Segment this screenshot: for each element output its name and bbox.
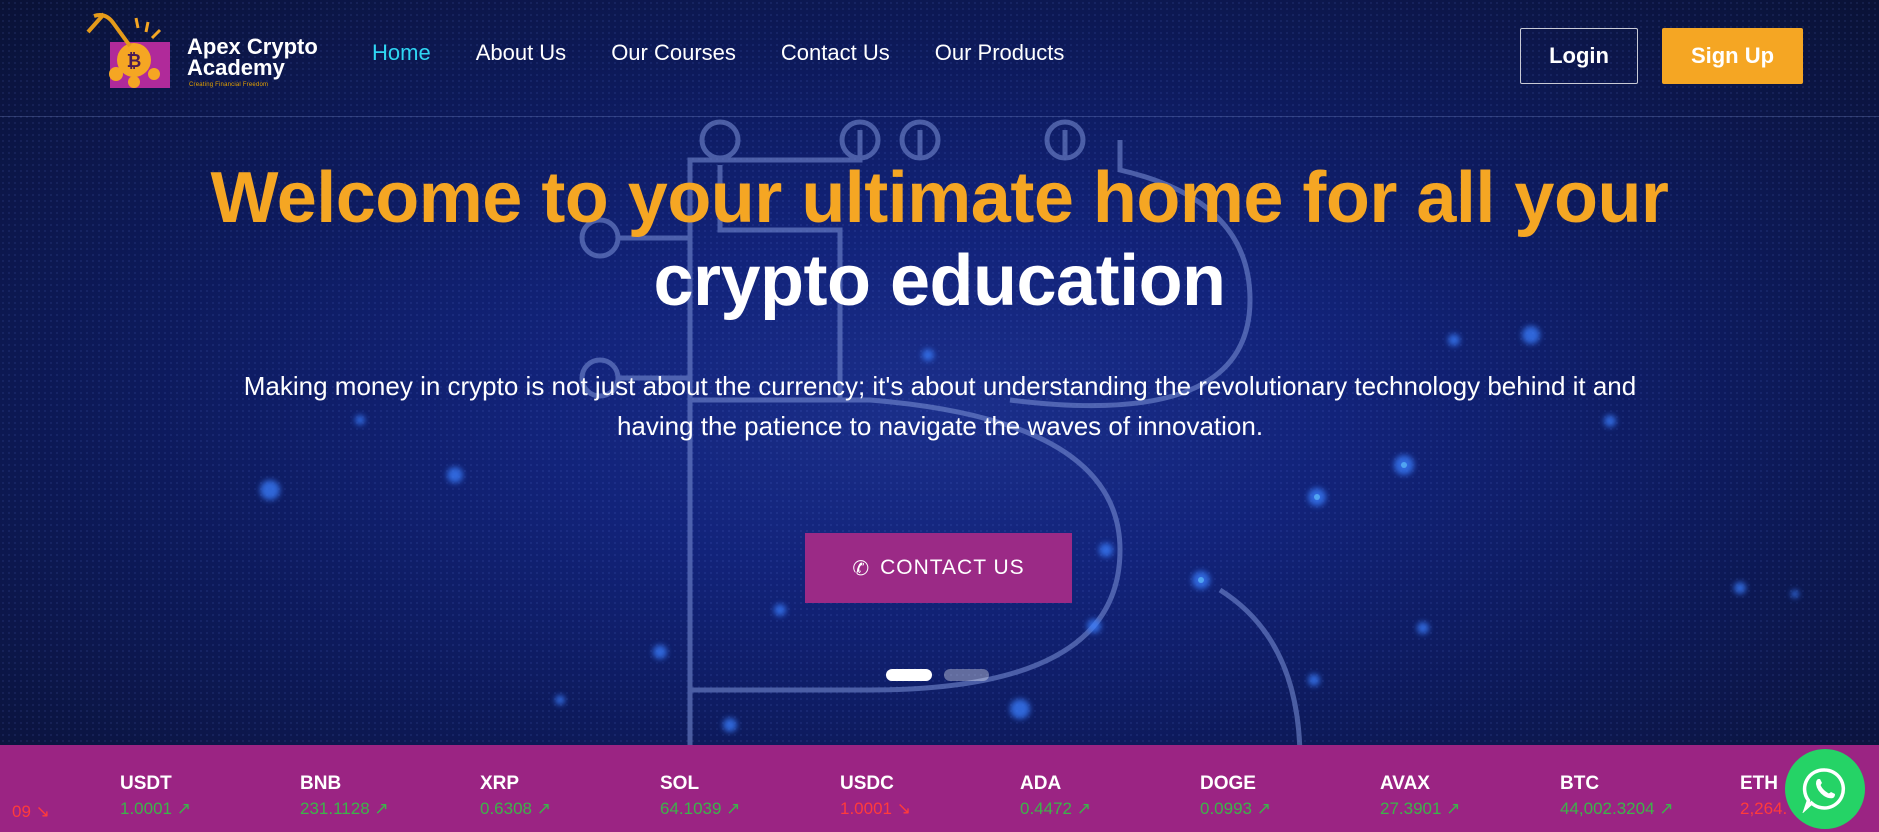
- phone-icon: ✆: [852, 557, 871, 580]
- nav-about-us[interactable]: About Us: [476, 40, 567, 66]
- contact-us-button[interactable]: ✆ CONTACT US: [805, 533, 1072, 603]
- logo-icon: ₿: [86, 12, 170, 88]
- ticker-item: XRP 0.6308 ↗: [480, 773, 551, 819]
- nav-home[interactable]: Home: [372, 40, 431, 66]
- ticker-value: 0.4472 ↗: [1020, 799, 1091, 818]
- ticker-symbol: DOGE: [1200, 773, 1256, 794]
- top-navbar: ₿ Apex Crypto Academy Creating Financial…: [0, 0, 1879, 117]
- whatsapp-icon: [1802, 768, 1846, 813]
- login-button[interactable]: Login: [1520, 28, 1638, 84]
- brand-name-line2: Academy: [187, 55, 285, 80]
- ticker-symbol: USDT: [120, 773, 172, 794]
- ticker-symbol: ADA: [1020, 773, 1062, 794]
- signup-button[interactable]: Sign Up: [1662, 28, 1803, 84]
- ticker-value: 231.1128 ↗: [300, 799, 389, 818]
- ticker-value: 2,264.: [1740, 799, 1788, 818]
- ticker-value: 1.0001 ↘: [840, 799, 911, 818]
- ticker-value: 64.1039 ↗: [660, 799, 741, 818]
- main-menu: Home About Us Our Courses Contact Us Our…: [372, 40, 1109, 66]
- ticker-symbol: BNB: [300, 773, 342, 794]
- ticker-item: ADA 0.4472 ↗: [1020, 773, 1091, 819]
- ticker-item: DOGE 0.0993 ↗: [1200, 773, 1271, 819]
- ticker-value: 09 ↘: [12, 802, 50, 821]
- slider-dot-2[interactable]: [944, 669, 989, 681]
- ticker-item: SOL 64.1039 ↗: [660, 773, 740, 819]
- whatsapp-chat-button[interactable]: [1785, 749, 1865, 829]
- hero-section: ₿ Apex Crypto Academy Creating Financial…: [0, 0, 1879, 745]
- hero-title-line2: crypto education: [653, 241, 1226, 321]
- ticker-value: 0.0993 ↗: [1200, 799, 1271, 818]
- nav-contact-us[interactable]: Contact Us: [781, 40, 890, 66]
- ticker-symbol: ETH: [1740, 773, 1778, 794]
- hero-title-line1: Welcome to your ultimate home for all yo…: [210, 158, 1669, 238]
- nav-our-courses[interactable]: Our Courses: [611, 40, 736, 66]
- ticker-item: AVAX 27.3901 ↗: [1380, 773, 1460, 819]
- nav-our-products[interactable]: Our Products: [935, 40, 1065, 66]
- ticker-value: 0.6308 ↗: [480, 799, 551, 818]
- ticker-item-partial: 09 ↘: [12, 798, 50, 822]
- ticker-item: ETH 2,264.: [1740, 773, 1787, 819]
- hero-subtitle-line1: Making money in crypto is not just about…: [243, 371, 1637, 401]
- brand-tagline: Creating Financial Freedom: [189, 82, 269, 88]
- slider-dot-1[interactable]: [886, 669, 932, 681]
- ticker-value: 1.0001 ↗: [120, 799, 191, 818]
- ticker-symbol: AVAX: [1380, 773, 1430, 794]
- ticker-symbol: SOL: [660, 773, 700, 794]
- ticker-value: 27.3901 ↗: [1380, 799, 1461, 818]
- crypto-price-ticker: 09 ↘ USDT 1.0001 ↗ BNB 231.1128 ↗ XRP 0.…: [0, 745, 1879, 832]
- ticker-item: BNB 231.1128 ↗: [300, 773, 389, 819]
- ticker-item: USDC 1.0001 ↘: [840, 773, 911, 819]
- hero-subtitle: Making money in crypto is not just about…: [170, 366, 1710, 446]
- ticker-item: USDT 1.0001 ↗: [120, 773, 191, 819]
- brand-logo[interactable]: ₿ Apex Crypto Academy Creating Financial…: [86, 12, 326, 94]
- ticker-symbol: USDC: [840, 773, 894, 794]
- svg-text:₿: ₿: [127, 51, 142, 72]
- ticker-value: 44,002.3204 ↗: [1560, 799, 1674, 818]
- contact-us-label: CONTACT US: [880, 556, 1025, 579]
- ticker-symbol: BTC: [1560, 773, 1600, 794]
- brand-name: Apex Crypto Academy: [187, 36, 318, 80]
- ticker-symbol: XRP: [480, 773, 520, 794]
- ticker-item: BTC 44,002.3204 ↗: [1560, 773, 1674, 819]
- hero-subtitle-line2: having the patience to navigate the wave…: [616, 411, 1264, 441]
